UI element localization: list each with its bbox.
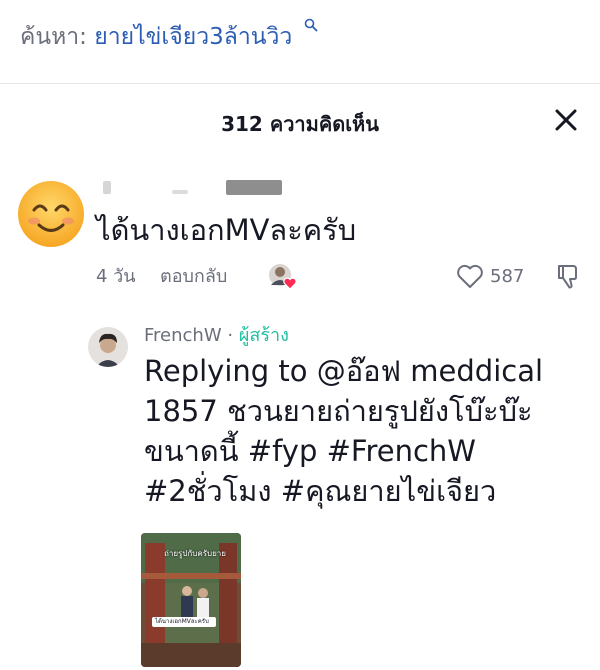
comment-text: ได้นางเอกMVละครับ — [96, 213, 357, 247]
creator-badge: ผู้สร้าง — [238, 325, 289, 346]
reply-line-2: 1857 ชวนยายถ่ายรูปยังโบ๊ะบ๊ะ — [144, 394, 533, 428]
search-icon[interactable] — [304, 18, 318, 32]
dislike-icon[interactable] — [553, 262, 581, 290]
close-icon[interactable] — [550, 104, 582, 136]
reply-line-1: Replying to @อ๊อฟ meddical — [144, 354, 544, 388]
creator-avatar-image — [88, 327, 128, 367]
reply-button[interactable]: ตอบกลับ — [160, 265, 227, 289]
comment-time: 4 วัน — [96, 266, 136, 287]
redacted-username — [103, 181, 111, 194]
search-prefix: ค้นหา: — [20, 24, 87, 50]
reply-author-line: FrenchW · ผู้สร้าง — [144, 324, 289, 348]
reply-text: Replying to @อ๊อฟ meddical 1857 ชวนยายถ่… — [144, 351, 594, 511]
creator-liked-icon — [269, 264, 297, 290]
author-separator: · — [221, 325, 239, 346]
thumbnail-sticker-text: ได้นางเอกMVละครับ — [155, 618, 209, 625]
comments-header: 312 ความคิดเห็น — [0, 84, 600, 162]
comments-title: 312 ความคิดเห็น — [0, 111, 600, 137]
creator-avatar[interactable] — [88, 327, 128, 367]
comment-count-label: ความคิดเห็น — [269, 112, 379, 136]
reply-line-4: #2ชั่วโมง #คุณยายไข่เจียว — [144, 474, 497, 508]
heart-outline-icon[interactable] — [455, 262, 485, 290]
comment-count: 312 — [221, 112, 263, 136]
reply-author-name[interactable]: FrenchW — [144, 325, 222, 346]
search-bar[interactable]: ค้นหา: ยายไข่เจียว3ล้านวิว — [0, 0, 600, 84]
smiling-face-emoji[interactable] — [17, 180, 85, 248]
like-count: 587 — [490, 266, 525, 287]
redacted-username-part — [226, 180, 282, 195]
reply-line-3: ขนาดนี้ #fyp #FrenchW — [144, 434, 476, 468]
search-query[interactable]: ยายไข่เจียว3ล้านวิว — [94, 24, 292, 50]
thumbnail-caption: ถ่ายรูปกับครับยาย — [164, 549, 226, 558]
redacted-username-part — [172, 190, 188, 194]
search-query-text[interactable]: ค้นหา: ยายไข่เจียว3ล้านวิว — [20, 22, 292, 52]
